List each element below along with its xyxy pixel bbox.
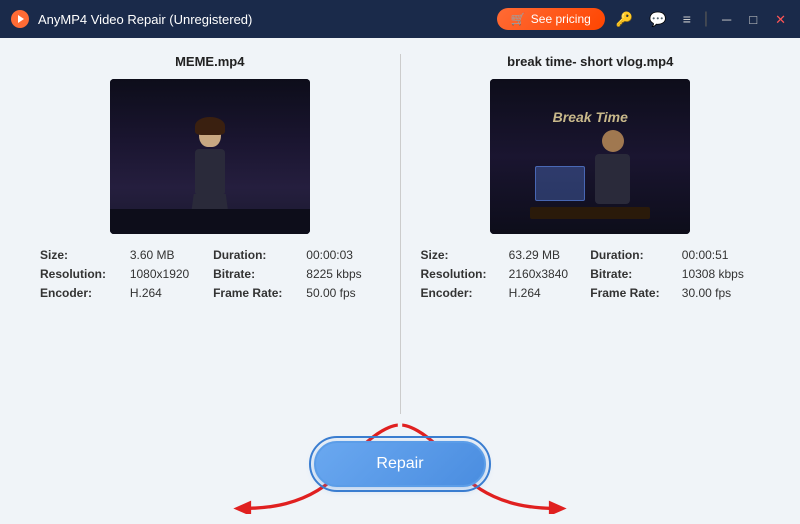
right-resolution-value: 2160x3840 [509, 267, 585, 281]
right-thumb-bg: Break Time [490, 79, 690, 234]
left-file-info: Size: 3.60 MB Duration: 00:00:03 Resolut… [40, 248, 380, 300]
right-bitrate-label: Bitrate: [590, 267, 676, 281]
maximize-button[interactable]: □ [743, 11, 763, 28]
right-video-thumbnail: Break Time [490, 79, 690, 234]
app-title: AnyMP4 Video Repair (Unregistered) [38, 12, 252, 27]
minimize-button[interactable]: ─ [716, 11, 737, 28]
right-resolution-label: Resolution: [421, 267, 503, 281]
right-duration-label: Duration: [590, 248, 676, 262]
right-encoder-value: H.264 [509, 286, 585, 300]
left-duration-label: Duration: [213, 248, 300, 262]
videos-row: MEME.mp4 [20, 54, 780, 414]
app-logo-icon [10, 9, 30, 29]
right-bitrate-value: 10308 kbps [682, 267, 760, 281]
right-framerate-value: 30.00 fps [682, 286, 760, 300]
title-separator: | [704, 10, 708, 28]
left-framerate-label: Frame Rate: [213, 286, 300, 300]
left-resolution-label: Resolution: [40, 267, 124, 281]
menu-icon-button[interactable]: ≡ [678, 10, 696, 28]
left-duration-value: 00:00:03 [306, 248, 379, 262]
title-bar: AnyMP4 Video Repair (Unregistered) 🛒 See… [0, 0, 800, 38]
left-thumb-bg [110, 79, 310, 234]
right-encoder-label: Encoder: [421, 286, 503, 300]
left-video-thumbnail [110, 79, 310, 234]
right-video-panel: break time- short vlog.mp4 Break Time [401, 54, 781, 414]
repair-button[interactable]: Repair [314, 441, 485, 487]
right-duration-value: 00:00:51 [682, 248, 760, 262]
repair-button-container: Repair [314, 441, 485, 487]
right-framerate-label: Frame Rate: [590, 286, 676, 300]
main-content: MEME.mp4 [0, 38, 800, 524]
left-resolution-value: 1080x1920 [130, 267, 207, 281]
title-bar-controls: 🛒 See pricing 🔑 💬 ≡ | ─ □ ✕ [497, 8, 792, 30]
left-size-value: 3.60 MB [130, 248, 207, 262]
title-bar-left: AnyMP4 Video Repair (Unregistered) [10, 9, 252, 29]
left-video-panel: MEME.mp4 [20, 54, 400, 414]
key-icon-button[interactable]: 🔑 [611, 10, 638, 28]
left-bitrate-value: 8225 kbps [306, 267, 379, 281]
left-framerate-value: 50.00 fps [306, 286, 379, 300]
left-video-filename: MEME.mp4 [175, 54, 244, 69]
chat-icon-button[interactable]: 💬 [644, 10, 671, 28]
see-pricing-button[interactable]: 🛒 See pricing [497, 8, 605, 30]
left-size-label: Size: [40, 248, 124, 262]
left-bitrate-label: Bitrate: [213, 267, 300, 281]
bottom-section: Repair [20, 414, 780, 514]
right-size-label: Size: [421, 248, 503, 262]
right-size-value: 63.29 MB [509, 248, 585, 262]
close-button[interactable]: ✕ [769, 11, 792, 28]
left-encoder-value: H.264 [130, 286, 207, 300]
right-file-info: Size: 63.29 MB Duration: 00:00:51 Resolu… [421, 248, 761, 300]
break-time-text: Break Time [553, 109, 628, 125]
right-video-filename: break time- short vlog.mp4 [507, 54, 673, 69]
left-encoder-label: Encoder: [40, 286, 124, 300]
cart-icon: 🛒 [511, 12, 526, 26]
desk-scene-decoration [530, 149, 650, 219]
